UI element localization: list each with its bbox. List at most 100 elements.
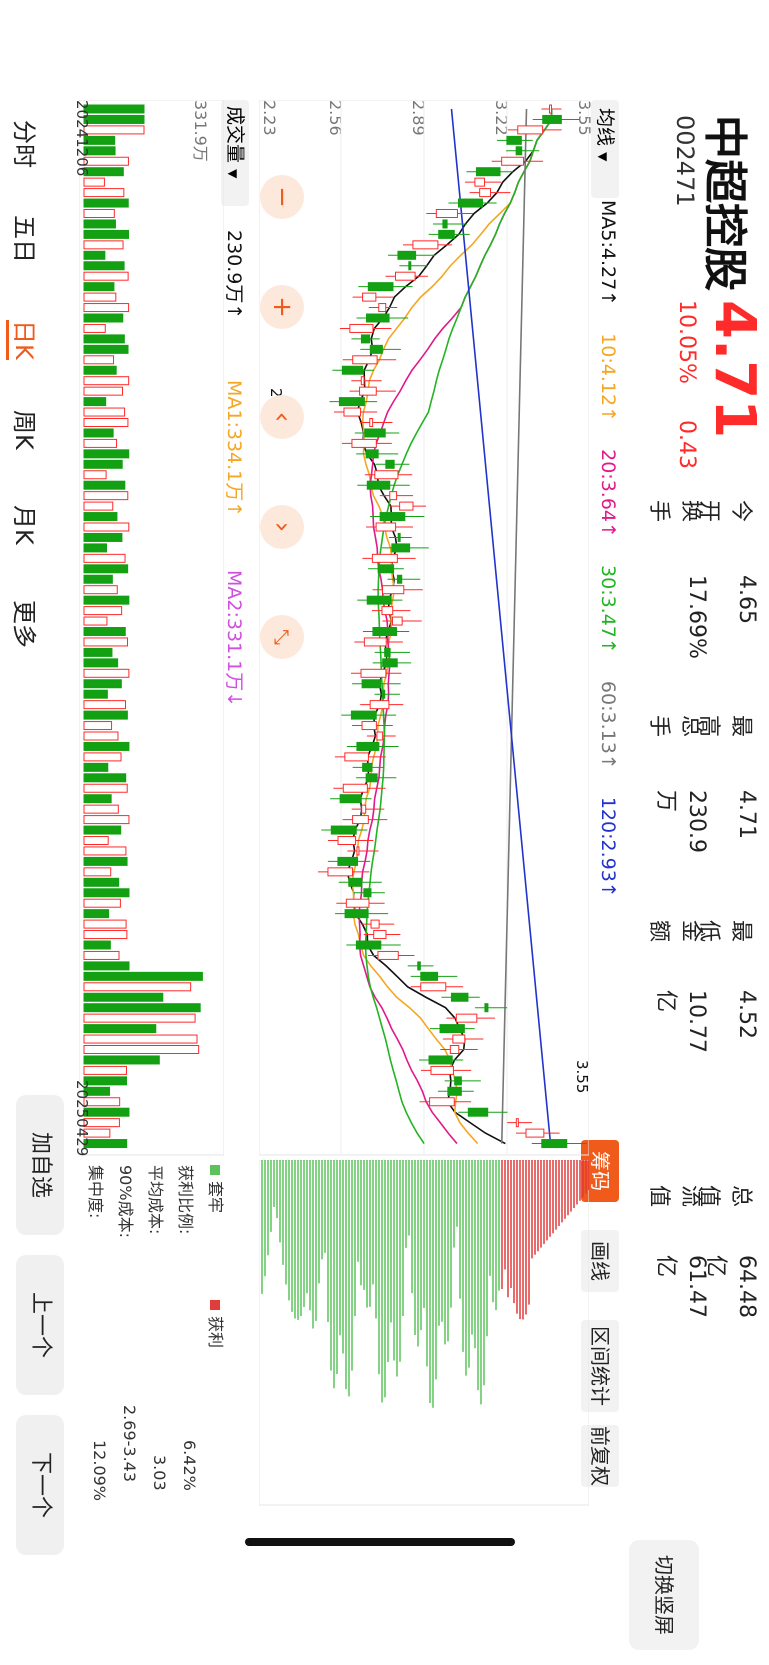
volume-bar — [83, 1003, 201, 1013]
volume-bar — [83, 741, 130, 751]
stock-name: 中超控股 — [699, 115, 750, 291]
candle-body — [429, 1097, 455, 1107]
candle-body — [369, 700, 390, 710]
volume-bar — [83, 470, 107, 480]
end-date: 20250429 — [73, 1080, 91, 1157]
volume-bar — [83, 815, 130, 825]
concentration-label: 集中度: — [86, 1165, 105, 1219]
candle-body — [374, 470, 399, 480]
volume-bar — [83, 982, 192, 992]
high-marker: 3.55 — [573, 1060, 589, 1093]
zoom-in-icon[interactable]: + — [260, 285, 304, 329]
candle-body — [479, 188, 492, 198]
candle-body — [420, 971, 439, 981]
stat-label: 总手 — [646, 715, 703, 738]
stat-value: 10.77亿 — [653, 990, 709, 1053]
volume-bar — [83, 867, 112, 877]
candle-body — [549, 104, 552, 114]
stock-price: 4.71 — [702, 300, 767, 439]
candle-body — [382, 658, 398, 668]
chevron-left-icon[interactable]: ‹ — [260, 395, 304, 439]
candle-body — [366, 480, 391, 490]
candle-body — [360, 376, 365, 386]
volume-bar — [83, 303, 130, 313]
volume-bar — [83, 794, 112, 804]
avg-cost-label: 平均成本: — [146, 1165, 165, 1235]
candle-body — [375, 522, 397, 532]
volume-bar — [83, 773, 127, 783]
collapse-icon[interactable]: ⤡ — [260, 615, 304, 659]
change-value: 0.43 — [674, 420, 699, 469]
candle-body — [484, 1003, 489, 1013]
candle-body — [350, 710, 377, 720]
volume-bar — [83, 209, 115, 218]
tab-more[interactable]: 更多 — [9, 600, 44, 648]
volume-bar — [83, 512, 118, 522]
candle-body — [362, 292, 377, 302]
candle-body — [382, 585, 405, 595]
chevron-down-icon: ▼ — [226, 169, 240, 179]
switch-orientation-button[interactable]: 切换竖屏 — [629, 1540, 699, 1650]
profit-swatch — [210, 1300, 220, 1310]
candlestick-chart[interactable]: 3.55 2.41 — [259, 100, 589, 1160]
stat-label: 换手 — [646, 500, 703, 523]
candle-body — [355, 940, 382, 950]
volume-bar — [83, 919, 127, 929]
volume-bar — [83, 323, 106, 333]
stat-value: 4.52 — [734, 990, 759, 1039]
next-button[interactable]: 下一个 — [16, 1415, 64, 1555]
volume-bar — [83, 219, 116, 229]
candle-body — [474, 177, 485, 187]
tab-intraday[interactable]: 分时 — [9, 120, 44, 168]
ma10-value: 10:4.12↑ — [597, 333, 619, 423]
ma-line — [346, 108, 553, 1145]
volume-bar — [83, 459, 123, 469]
volume-chart[interactable] — [79, 100, 224, 1160]
chip-distribution-chart — [259, 1160, 589, 1506]
volume-bar — [83, 543, 108, 553]
volume-selector[interactable]: 成交量 ▼ — [221, 100, 249, 206]
candle-body — [356, 846, 360, 856]
volume-value: 230.9万↑ — [223, 230, 245, 320]
candle-body — [356, 741, 380, 751]
volume-bar — [83, 449, 130, 459]
volume-bar — [83, 752, 122, 762]
candle-body — [452, 1034, 466, 1044]
stat-value: 4.71 — [734, 790, 759, 839]
avg-cost-value: 3.03 — [150, 1455, 169, 1491]
volume-bar — [83, 282, 115, 292]
volume-bar — [83, 909, 110, 919]
tab-weekly-k[interactable]: 周K — [9, 410, 44, 450]
volume-bar — [83, 261, 125, 271]
candle-body — [475, 167, 501, 177]
candle-body — [395, 271, 416, 281]
volume-bar — [83, 898, 121, 908]
ma-selector-label: 均线 — [594, 108, 616, 147]
volume-bar — [83, 668, 130, 678]
candle-body — [361, 721, 377, 731]
tab-daily-k[interactable]: 日K — [6, 320, 44, 360]
candle-body — [362, 762, 373, 772]
legend-profit: 获利 — [205, 1300, 229, 1348]
chevron-down-icon: ▼ — [596, 152, 610, 162]
candle-body — [377, 950, 399, 960]
ma20-value: 20:3.64↑ — [597, 449, 619, 538]
previous-button[interactable]: 上一个 — [16, 1255, 64, 1395]
zoom-out-icon[interactable]: − — [260, 175, 304, 219]
chevron-right-icon[interactable]: › — [260, 505, 304, 549]
volume-bar — [83, 397, 107, 407]
candle-body — [341, 365, 364, 375]
candle-body — [420, 982, 447, 992]
volume-bar — [83, 971, 203, 981]
add-watchlist-button[interactable]: 加自选 — [16, 1095, 64, 1235]
profit-ratio-label: 获利比例: — [176, 1165, 195, 1235]
tab-monthly-k[interactable]: 月K — [9, 505, 44, 545]
candle-body — [391, 543, 411, 553]
candle-body — [338, 397, 365, 407]
candle-body — [391, 616, 403, 626]
volume-bar — [83, 313, 124, 323]
tab-five-day[interactable]: 五日 — [9, 215, 44, 263]
volume-bar — [83, 292, 117, 302]
candle-body — [382, 689, 386, 699]
volume-bar — [83, 564, 129, 574]
